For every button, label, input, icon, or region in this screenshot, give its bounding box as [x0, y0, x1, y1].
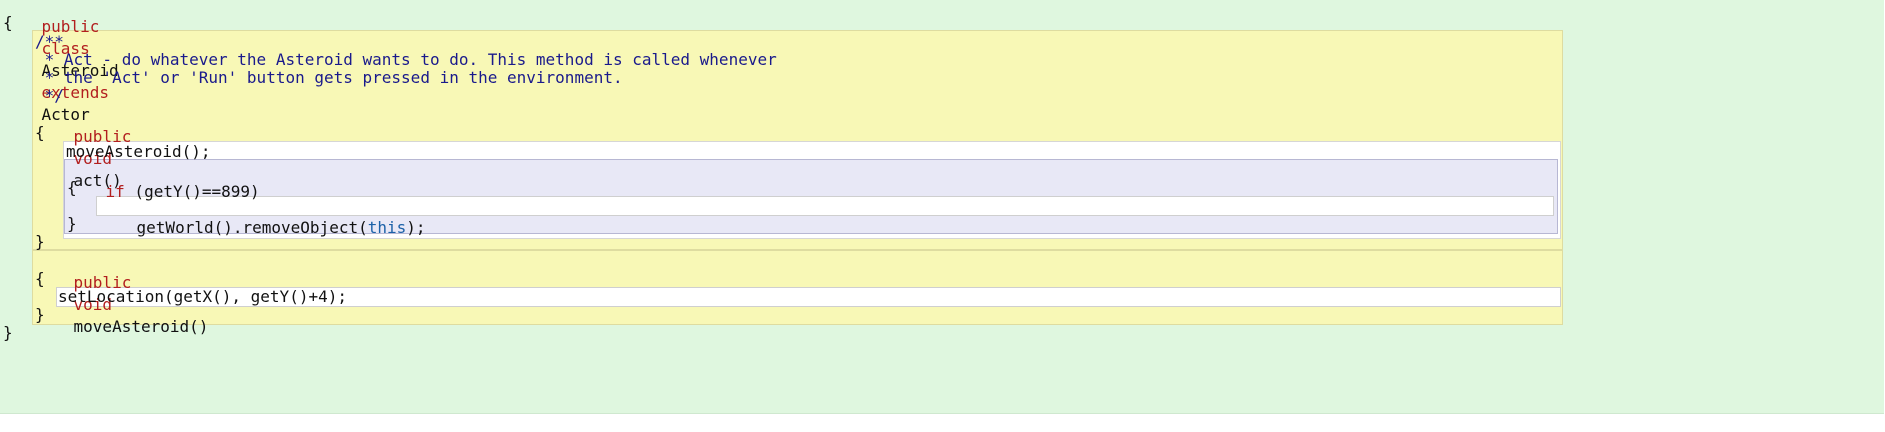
- move-method-close-brace[interactable]: }: [35, 304, 45, 326]
- act-method-signature[interactable]: public void act(): [35, 104, 132, 190]
- move-method-open-brace[interactable]: {: [35, 268, 45, 290]
- code-editor[interactable]: public class Asteroid extends Actor { /*…: [0, 0, 1885, 432]
- method-name: moveAsteroid(): [73, 317, 209, 336]
- if-open-brace[interactable]: {: [67, 177, 77, 199]
- class-close-brace[interactable]: }: [3, 322, 13, 344]
- move-method-signature[interactable]: public void moveAsteroid(): [35, 250, 209, 336]
- if-statement[interactable]: if (getY()==899): [67, 159, 260, 201]
- remove-object-call: getWorld().removeObject(: [136, 218, 368, 237]
- if-close-brace[interactable]: }: [67, 213, 77, 235]
- act-method-open-brace[interactable]: {: [35, 122, 45, 144]
- statement-set-location[interactable]: setLocation(getX(), getY()+4);: [58, 286, 347, 308]
- statement-end: );: [406, 218, 426, 237]
- keyword-this: this: [367, 218, 407, 237]
- class-open-brace[interactable]: {: [3, 12, 13, 34]
- statement-remove-object[interactable]: getWorld().removeObject(this);: [98, 195, 426, 237]
- comment-line-3[interactable]: * the 'Act' or 'Run' button gets pressed…: [35, 67, 623, 89]
- class-declaration[interactable]: public class Asteroid extends Actor: [3, 0, 119, 124]
